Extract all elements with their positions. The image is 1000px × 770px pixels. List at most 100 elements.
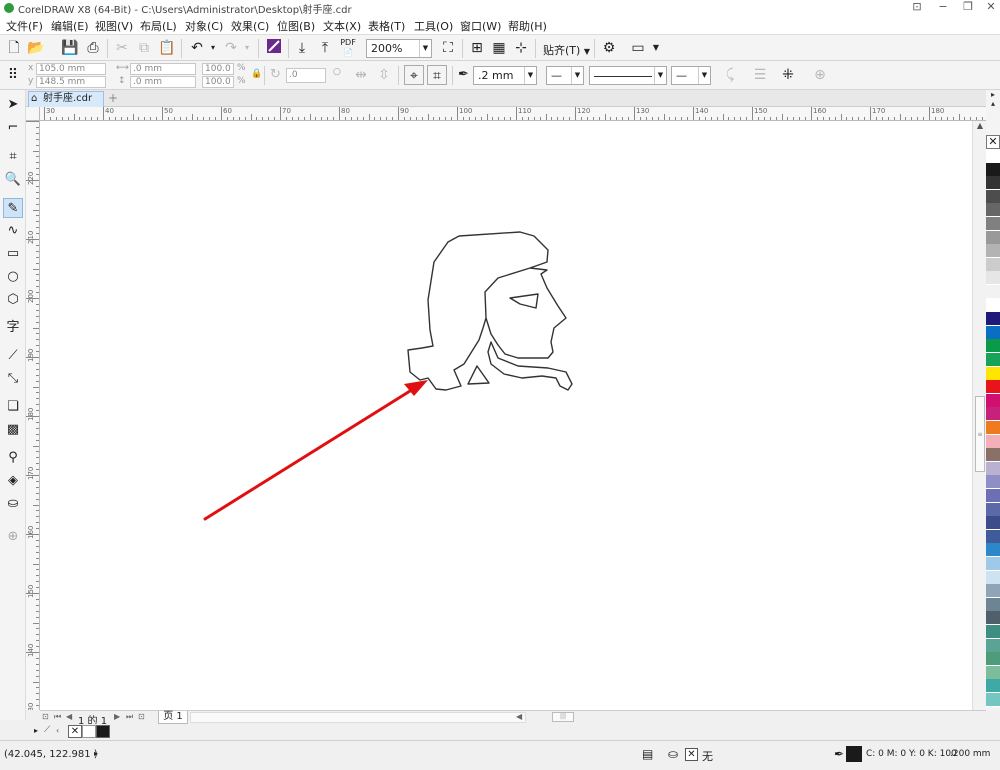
color-swatch[interactable] <box>986 434 1000 449</box>
new-document-icon[interactable]: 🗋 <box>4 38 24 58</box>
add-tab-icon[interactable]: + <box>106 92 120 106</box>
color-swatch[interactable] <box>986 271 1000 286</box>
color-swatch[interactable] <box>986 339 1000 354</box>
horizontal-scrollbar[interactable] <box>190 712 526 723</box>
palette-left-icon[interactable]: ‹ <box>56 726 59 735</box>
fill-none-swatch[interactable]: ✕ <box>685 748 698 761</box>
horizontal-ruler[interactable]: 30 40 50 60 70 80 90 100 110 120 130 140 150 160 170 18… <box>40 107 986 121</box>
scroll-left-icon[interactable]: ◀ <box>516 712 522 721</box>
width-field[interactable]: .0 mm <box>130 63 196 75</box>
doc-white-swatch[interactable] <box>82 725 96 738</box>
line-style-combo[interactable]: ▼ <box>589 66 667 85</box>
show-grid-icon[interactable]: ▦ <box>489 38 509 58</box>
scale-x-field[interactable]: 100.0 <box>202 63 234 75</box>
node-edit-icon[interactable]: ⌗ <box>427 65 447 85</box>
color-swatch[interactable] <box>986 638 1000 653</box>
menu-table[interactable]: 表格(T) <box>368 18 405 34</box>
color-swatch[interactable] <box>986 665 1000 680</box>
show-rulers-icon[interactable]: ⊞ <box>467 38 487 58</box>
vertical-ruler[interactable]: 220 210 200 190 180 170 160 150 140 130 <box>26 121 40 710</box>
menu-tools[interactable]: 工具(O) <box>414 18 453 34</box>
copy-icon[interactable]: ⧉ <box>134 38 154 58</box>
color-swatch[interactable] <box>986 475 1000 490</box>
color-swatch[interactable] <box>986 570 1000 585</box>
full-screen-icon[interactable]: ⛶ <box>438 38 458 58</box>
drawing-canvas[interactable] <box>40 121 972 710</box>
position-x-field[interactable]: 105.0 mm <box>36 63 106 75</box>
color-swatch[interactable] <box>986 285 1000 299</box>
quick-customize-icon[interactable]: ⁜ <box>778 65 798 85</box>
outline-width-combo[interactable]: .2 mm ▼ <box>473 66 537 85</box>
color-swatch[interactable] <box>986 203 1000 218</box>
color-swatch[interactable] <box>986 407 1000 422</box>
menu-bitmap[interactable]: 位图(B) <box>277 18 315 34</box>
start-arrowhead-combo[interactable]: — ▼ <box>546 66 584 85</box>
undo-dropdown-icon[interactable]: ▾ <box>203 38 223 58</box>
color-swatch[interactable] <box>986 189 1000 204</box>
vertical-scroll-thumb[interactable]: ≡ <box>975 396 985 472</box>
color-swatch[interactable] <box>986 393 1000 408</box>
document-tab[interactable]: ⌂ 射手座.cdr <box>28 91 104 107</box>
horizontal-scroll-thumb[interactable]: ||| <box>552 712 574 722</box>
mirror-vertical-icon[interactable]: ⇳ <box>374 65 394 85</box>
interactive-fill-icon[interactable]: ◈ <box>3 471 23 491</box>
color-swatch[interactable] <box>986 448 1000 463</box>
color-swatch[interactable] <box>986 625 1000 639</box>
doc-black-swatch[interactable] <box>96 725 110 738</box>
palette-menu-icon[interactable]: ▸ <box>34 726 38 735</box>
scale-y-field[interactable]: 100.0 <box>202 76 234 88</box>
restore-icon[interactable]: ⊡ <box>904 0 930 16</box>
color-swatch[interactable] <box>986 149 1000 163</box>
close-curve-icon[interactable]: ⤹ <box>720 65 740 85</box>
wrap-text-icon[interactable]: ☰ <box>750 65 770 85</box>
color-swatch[interactable] <box>986 162 1000 177</box>
crop-tool-icon[interactable]: ⌗ <box>3 147 23 167</box>
menu-window[interactable]: 窗口(W) <box>460 18 501 34</box>
previous-page-icon[interactable]: ◀ <box>66 712 72 721</box>
artistic-media-icon[interactable]: ∿ <box>3 221 23 241</box>
color-swatch[interactable] <box>986 543 1000 558</box>
color-swatch[interactable] <box>986 176 1000 191</box>
parallel-dimension-icon[interactable]: ⟋ <box>3 346 23 366</box>
polygon-tool-icon[interactable]: ⬡ <box>3 290 23 310</box>
color-swatch[interactable] <box>986 353 1000 367</box>
color-swatch[interactable] <box>986 217 1000 231</box>
connector-tool-icon[interactable]: ⤡ <box>3 369 23 389</box>
search-content-icon[interactable] <box>264 38 284 58</box>
fill-bucket-icon[interactable]: ⛀ <box>668 747 678 761</box>
color-swatch[interactable] <box>986 652 1000 667</box>
ellipse-tool-icon[interactable]: ○ <box>3 267 23 287</box>
ruler-origin[interactable] <box>26 107 40 121</box>
no-color-swatch[interactable]: ✕ <box>986 135 1000 149</box>
pick-tool-icon[interactable]: ➤ <box>3 95 23 115</box>
add-tool-icon[interactable]: ⊕ <box>3 527 23 547</box>
add-icon[interactable]: ⊕ <box>810 65 830 85</box>
vertical-scrollbar[interactable]: ▲ ≡ <box>972 121 986 710</box>
rectangle-tool-icon[interactable]: ▭ <box>3 244 23 264</box>
menu-text[interactable]: 文本(X) <box>323 18 361 34</box>
color-swatch[interactable] <box>986 230 1000 245</box>
application-launcher-icon[interactable]: ▭ <box>628 38 648 58</box>
export-icon[interactable]: ⤒ <box>315 38 335 58</box>
outline-pen-icon[interactable]: ✒ <box>834 747 844 761</box>
color-swatch[interactable] <box>986 244 1000 259</box>
scroll-up-icon[interactable]: ▲ <box>973 121 987 135</box>
color-swatch[interactable] <box>986 461 1000 476</box>
drop-shadow-icon[interactable]: ❏ <box>3 397 23 417</box>
rotation-angle-field[interactable]: .0 <box>286 68 326 83</box>
zoom-level-combo[interactable]: 200% ▼ <box>366 39 432 58</box>
color-swatch[interactable] <box>986 529 1000 544</box>
sagittarius-head-outline[interactable] <box>407 231 567 391</box>
sagittarius-chin-outline[interactable] <box>467 365 490 385</box>
freehand-tool-icon[interactable]: ✎ <box>3 198 23 218</box>
next-page-icon[interactable]: ▶ <box>114 712 120 721</box>
fit-page-icon[interactable]: ⊡ <box>42 712 49 721</box>
zoom-tool-icon[interactable]: 🔍 <box>3 170 23 190</box>
last-page-icon[interactable]: ⏭ <box>126 712 133 722</box>
color-swatch[interactable] <box>986 557 1000 571</box>
page-size-presets-icon[interactable]: ⠿ <box>3 65 23 85</box>
color-swatch[interactable] <box>986 257 1000 272</box>
open-icon[interactable]: 📂 <box>26 38 46 58</box>
color-swatch[interactable] <box>986 380 1000 395</box>
menu-layout[interactable]: 布局(L) <box>140 18 177 34</box>
